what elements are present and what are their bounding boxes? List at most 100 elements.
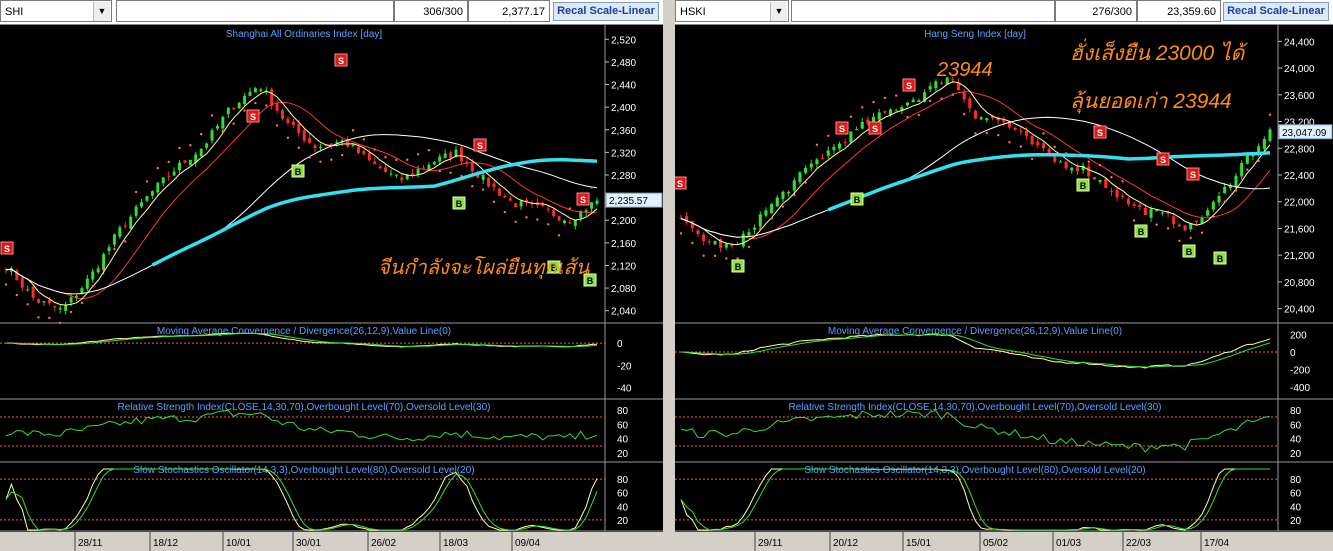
candle-body [172,171,176,176]
sar-dot [996,133,1000,137]
left-symbol-select[interactable]: SHI ▼ [0,0,112,22]
sar-dot [503,210,507,214]
candle-body [64,305,68,311]
candle-body [855,129,859,131]
rsi-tick-label: 20 [617,449,629,460]
sar-dot [861,106,864,109]
candle-body [1240,162,1244,177]
sar-dot [557,234,561,237]
candle-body [832,146,836,151]
candle-body [362,150,366,155]
candle-body [400,177,404,181]
candle-body [346,140,350,147]
panel-divider[interactable] [663,0,675,551]
signal-label: S [872,124,878,134]
sar-dot [1189,236,1192,240]
stoch-tick-label: 60 [617,489,629,500]
date-tick-label: 01/03 [1056,538,1081,549]
sar-dot [297,146,300,150]
candle-body [519,201,523,207]
sar-dot [80,301,84,305]
candle-body [821,158,825,160]
macd-tick-label: 0 [1290,348,1296,359]
left-count-cell: 306/300 [394,0,468,22]
candle-body [96,268,100,273]
sar-dot [525,216,528,219]
price-tick-label: 23,600 [1284,91,1315,102]
sar-dot [406,158,409,161]
sar-dot [815,143,819,147]
signal-label: B [456,199,463,209]
candle-body [939,82,944,84]
candle-body [1262,138,1266,149]
rsi-tick-label: 20 [1290,449,1302,460]
candle-body [849,131,853,143]
macd-tick-label: -200 [1290,365,1310,376]
signal-label: S [250,112,256,122]
candle-body [389,173,393,175]
sar-dot [15,293,19,297]
chart-title: Hang Seng Index [day] [924,29,1026,40]
right-recal-scale-button[interactable]: Recal Scale-Linear [1223,2,1329,21]
candle-body [226,107,230,114]
stoch-tick-label: 40 [1290,502,1302,513]
sar-dot [883,96,887,100]
candle-body [449,152,453,159]
candle-body [351,144,355,146]
candle-body [270,89,274,106]
sar-dot [1042,132,1045,135]
signal-label: B [1138,227,1145,237]
right-symbol-select[interactable]: HSKI ▼ [675,0,789,22]
right-last-cell: 23,359.60 [1137,0,1221,22]
chevron-down-icon[interactable]: ▼ [770,2,787,21]
candle-body [492,183,496,188]
right-symbol-value: HSKI [680,6,706,18]
candle-body [1200,218,1204,224]
current-price-label: 2,235.57 [609,196,648,207]
rsi-tick-label: 80 [1290,406,1302,417]
sar-dot [275,124,279,127]
sar-dot [1087,160,1090,163]
candle-body [1104,178,1108,189]
candle-body [178,162,181,171]
sar-dot [906,115,909,119]
sar-dot [1155,223,1158,226]
date-tick-label: 18/03 [443,538,468,549]
macd-tick-label: -400 [1290,383,1310,394]
candle-body [215,125,219,129]
candle-body [384,167,388,172]
stoch-title: Slow Stochastics Oscillator(14,3,3),Over… [804,465,1145,476]
price-tick-label: 24,000 [1284,64,1315,75]
sar-dot [1223,200,1226,203]
chevron-down-icon[interactable]: ▼ [93,2,110,21]
candle-body [150,191,154,196]
sar-dot [471,185,474,188]
sar-dot [895,94,898,97]
candle-body [145,196,149,201]
candle-body [1223,186,1227,194]
sar-dot [330,158,333,161]
sar-dot [1053,145,1056,149]
stoch-tick-label: 20 [1290,516,1302,527]
candle-body [753,227,757,230]
candle-body [221,116,225,129]
candle-body [1149,209,1153,218]
candle-body [573,220,577,226]
sar-dot [951,93,955,96]
candle-body [259,89,263,92]
candle-body [985,118,989,121]
candle-body [69,297,73,303]
candle-body [1234,175,1238,188]
sar-dot [156,166,160,170]
sar-dot [590,186,593,189]
price-tick-label: 2,160 [611,239,636,250]
sar-dot [102,267,105,270]
left-recal-scale-button[interactable]: Recal Scale-Linear [553,2,659,21]
signal-label: S [839,124,845,134]
candle-body [356,146,360,154]
candle-body [877,112,881,120]
candle-body [31,286,35,298]
sar-dot [145,180,149,183]
candle-body [167,175,171,177]
candle-body [1172,216,1176,225]
